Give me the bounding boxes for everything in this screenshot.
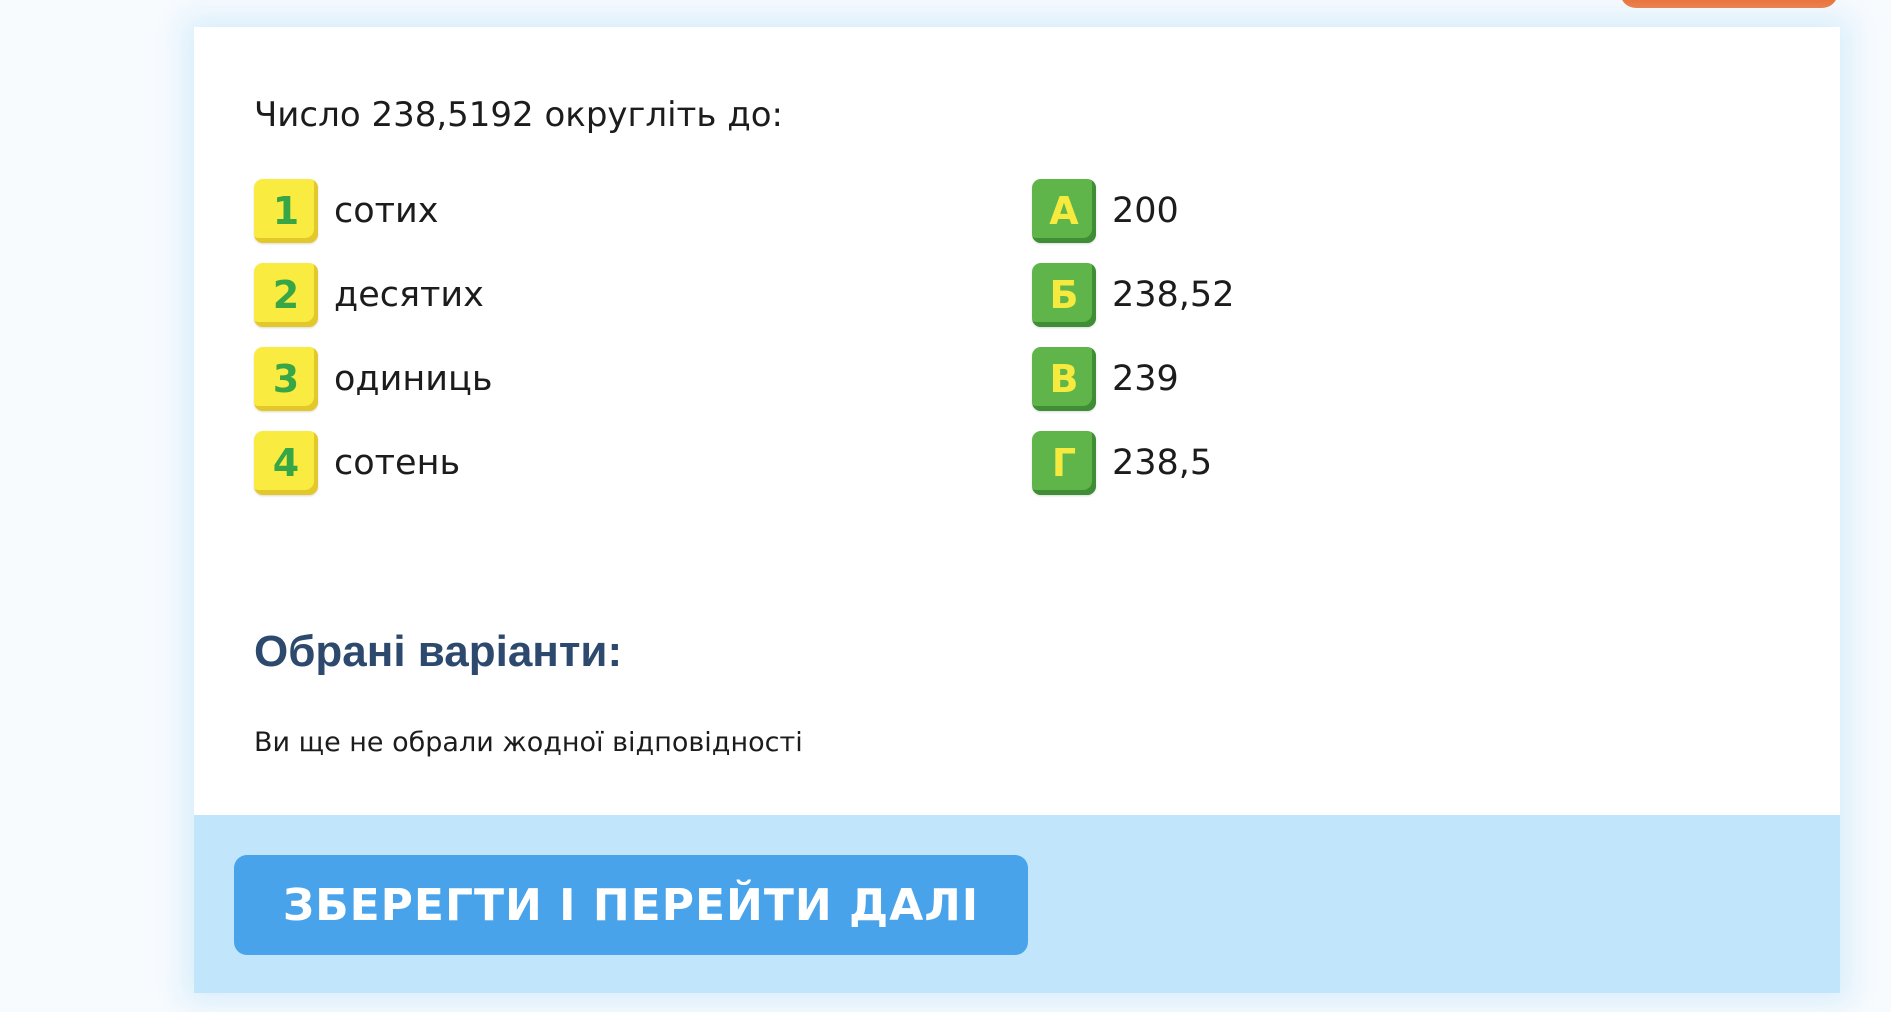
right-option-b[interactable]: Б 238,52 bbox=[1032, 263, 1234, 327]
selected-empty-note: Ви ще не обрали жодної відповідності bbox=[254, 727, 803, 758]
option-badge-b[interactable]: Б bbox=[1032, 263, 1096, 327]
option-badge-g[interactable]: Г bbox=[1032, 431, 1096, 495]
left-option-1[interactable]: 1 сотих bbox=[254, 179, 492, 243]
option-badge-2[interactable]: 2 bbox=[254, 263, 318, 327]
option-badge-1[interactable]: 1 bbox=[254, 179, 318, 243]
right-option-v[interactable]: В 239 bbox=[1032, 347, 1234, 411]
option-badge-4[interactable]: 4 bbox=[254, 431, 318, 495]
selected-options-title: Обрані варіанти: bbox=[254, 627, 623, 676]
top-action-button[interactable] bbox=[1620, 0, 1838, 8]
footer-band: ЗБЕРЕГТИ І ПЕРЕЙТИ ДАЛІ bbox=[194, 815, 1840, 993]
left-option-3[interactable]: 3 одиниць bbox=[254, 347, 492, 411]
save-and-next-button[interactable]: ЗБЕРЕГТИ І ПЕРЕЙТИ ДАЛІ bbox=[234, 855, 1028, 955]
left-options-column: 1 сотих 2 десятих 3 одиниць 4 сотень bbox=[254, 179, 492, 515]
left-option-4[interactable]: 4 сотень bbox=[254, 431, 492, 495]
question-card: Число 238,5192 округліть до: 1 сотих 2 д… bbox=[194, 27, 1840, 993]
question-text: Число 238,5192 округліть до: bbox=[254, 95, 783, 135]
right-option-a[interactable]: А 200 bbox=[1032, 179, 1234, 243]
option-label-1: сотих bbox=[334, 191, 439, 231]
option-value-v: 239 bbox=[1112, 359, 1179, 399]
option-label-4: сотень bbox=[334, 443, 461, 483]
option-badge-a[interactable]: А bbox=[1032, 179, 1096, 243]
right-option-g[interactable]: Г 238,5 bbox=[1032, 431, 1234, 495]
option-label-2: десятих bbox=[334, 275, 484, 315]
option-badge-3[interactable]: 3 bbox=[254, 347, 318, 411]
page: Число 238,5192 округліть до: 1 сотих 2 д… bbox=[0, 0, 1891, 1012]
option-label-3: одиниць bbox=[334, 359, 493, 399]
option-value-g: 238,5 bbox=[1112, 443, 1213, 483]
option-value-b: 238,52 bbox=[1112, 275, 1235, 315]
left-option-2[interactable]: 2 десятих bbox=[254, 263, 492, 327]
option-badge-v[interactable]: В bbox=[1032, 347, 1096, 411]
right-options-column: А 200 Б 238,52 В 239 Г 238,5 bbox=[1032, 179, 1234, 515]
option-value-a: 200 bbox=[1112, 191, 1179, 231]
